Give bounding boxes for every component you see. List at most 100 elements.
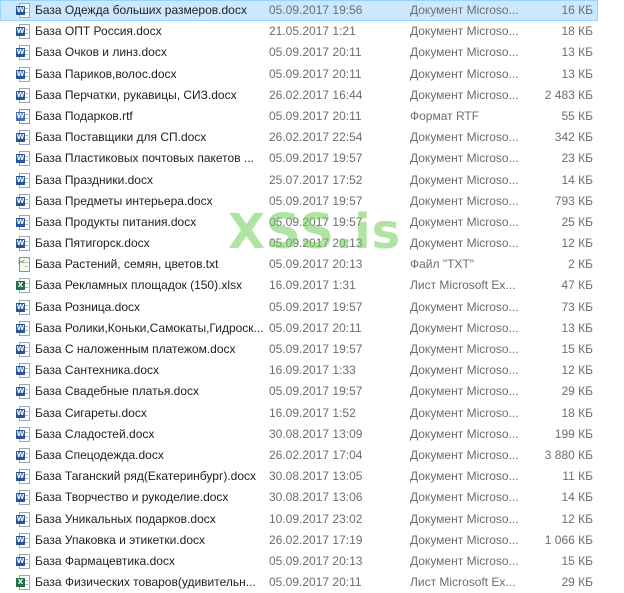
file-row[interactable]: X База Рекламных площадок (150).xlsx 16.09… xyxy=(0,275,624,296)
word-document-icon: W xyxy=(16,151,30,167)
file-row[interactable]: W База Париков,волос.docx 05.09.2017 20:11… xyxy=(0,64,624,85)
file-name: База Свадебные платья.docx xyxy=(35,384,200,399)
file-date-modified: 05.09.2017 20:13 xyxy=(269,257,363,272)
file-row[interactable]: W База Свадебные платья.docx 05.09.2017 19… xyxy=(0,381,624,402)
word-document-icon: W xyxy=(16,299,30,315)
file-date-modified: 05.09.2017 20:13 xyxy=(269,553,363,568)
file-name: База Упаковка и этикетки.docx xyxy=(35,532,206,547)
file-type-badge: W xyxy=(16,535,25,545)
excel-spreadsheet-icon: X xyxy=(16,575,30,591)
file-type-badge: W xyxy=(16,69,25,79)
file-name: База Предметы интерьера.docx xyxy=(35,193,213,208)
file-date-modified: 10.09.2017 23:02 xyxy=(269,511,363,526)
file-row[interactable]: W База Розница.docx 05.09.2017 19:57 Докуме… xyxy=(0,297,624,318)
file-name: База Фармацевтика.docx xyxy=(35,553,175,568)
file-row[interactable]: W База Спецодежда.docx 26.02.2017 17:04 Док… xyxy=(0,445,624,466)
file-row[interactable]: W База Таганский ряд(Екатеринбург).docx 30… xyxy=(0,466,624,487)
file-size: 1 066 КБ xyxy=(544,532,593,547)
file-name: База Подарков.rtf xyxy=(35,108,133,123)
file-type-badge: W xyxy=(16,27,25,37)
word-document-icon: W xyxy=(16,320,30,336)
file-name: База Пластиковых почтовых пакетов ... xyxy=(35,151,254,166)
excel-spreadsheet-icon: X xyxy=(16,278,30,294)
file-row[interactable]: ✂ База Растений, семян, цветов.txt 05.09.2… xyxy=(0,254,624,275)
file-row[interactable]: W База Ролики,Коньки,Самокаты,Гидроск... 0… xyxy=(0,318,624,339)
file-row[interactable]: W База ОПТ Россия.docx 21.05.2017 1:21 Доку… xyxy=(0,21,624,42)
file-row[interactable]: W База Сладостей.docx 30.08.2017 13:09 Доку… xyxy=(0,424,624,445)
file-row[interactable]: W База Творчество и рукоделие.docx 30.08.2… xyxy=(0,487,624,508)
file-row[interactable]: W База Очков и линз.docx 05.09.2017 20:11 Д… xyxy=(0,42,624,63)
file-row[interactable]: W База С наложенным платежом.docx 05.09.20… xyxy=(0,339,624,360)
file-date-modified: 30.08.2017 13:06 xyxy=(269,490,363,505)
file-row[interactable]: W База Праздники.docx 25.07.2017 17:52 Доку… xyxy=(0,170,624,191)
file-size: 15 КБ xyxy=(561,342,593,356)
file-type: Документ Microso... xyxy=(410,532,518,547)
file-row[interactable]: W База Сигареты.docx 16.09.2017 1:52 Докуме… xyxy=(0,403,624,424)
file-type: Документ Microso... xyxy=(410,490,518,505)
file-row[interactable]: W База Пластиковых почтовых пакетов ... 05… xyxy=(0,148,624,169)
file-date-modified: 26.02.2017 17:19 xyxy=(269,532,363,547)
file-size: 18 КБ xyxy=(561,24,593,39)
file-row[interactable]: W База Уникальных подарков.docx 10.09.2017… xyxy=(0,509,624,530)
file-row[interactable]: W База Перчатки, рукавицы, СИЗ.docx 26.02.… xyxy=(0,85,624,106)
file-date-modified: 05.09.2017 19:57 xyxy=(269,193,363,208)
file-type-badge: W xyxy=(16,450,25,460)
file-row[interactable]: W База Продукты питания.docx 05.09.2017 19… xyxy=(0,212,624,233)
file-row[interactable]: W База Пятигорск.docx 05.09.2017 20:13 Доку… xyxy=(0,233,624,254)
file-date-modified: 05.09.2017 19:57 xyxy=(269,342,363,356)
file-size: 29 КБ xyxy=(561,575,593,590)
file-date-modified: 21.05.2017 1:21 xyxy=(269,24,356,39)
file-date-modified: 05.09.2017 19:57 xyxy=(269,384,363,399)
word-document-icon: W xyxy=(16,511,30,527)
word-document-icon: W xyxy=(16,236,30,252)
file-date-modified: 30.08.2017 13:09 xyxy=(269,426,363,441)
file-type: Документ Microso... xyxy=(410,87,518,102)
file-type: Лист Microsoft Ex... xyxy=(410,575,516,590)
file-name: База Таганский ряд(Екатеринбург).docx xyxy=(35,469,256,484)
file-type-badge: W xyxy=(16,408,25,418)
file-size: 3 880 КБ xyxy=(544,447,593,462)
file-date-modified: 05.09.2017 20:11 xyxy=(269,108,362,123)
file-row[interactable]: W База Подарков.rtf 05.09.2017 20:11 Формат… xyxy=(0,106,624,127)
file-size: 793 КБ xyxy=(554,193,593,208)
file-type: Документ Microso... xyxy=(410,214,518,229)
file-name: База Пятигорск.docx xyxy=(35,236,150,251)
file-date-modified: 16.09.2017 1:31 xyxy=(269,278,356,293)
word-document-icon: W xyxy=(16,45,30,61)
file-type-badge: X xyxy=(16,281,25,291)
file-type-badge: W xyxy=(16,48,25,58)
file-row[interactable]: W База Фармацевтика.docx 05.09.2017 20:13 Д… xyxy=(0,551,624,572)
word-document-icon: W xyxy=(16,193,30,209)
file-type: Документ Microso... xyxy=(410,151,518,166)
file-name: База Одежда больших размеров.docx xyxy=(35,3,247,17)
file-date-modified: 05.09.2017 20:11 xyxy=(269,45,362,60)
file-date-modified: 26.02.2017 16:44 xyxy=(269,87,363,102)
file-type: Документ Microso... xyxy=(410,320,518,335)
file-row[interactable]: W База Поставщики для СП.docx 26.02.2017 2… xyxy=(0,127,624,148)
word-document-icon: W xyxy=(16,87,30,103)
word-document-icon: W xyxy=(16,130,30,146)
file-type-badge: W xyxy=(16,217,25,227)
file-name: База Продукты питания.docx xyxy=(35,214,197,229)
file-size: 18 КБ xyxy=(561,405,593,420)
word-document-icon: W xyxy=(16,3,30,18)
file-name: База С наложенным платежом.docx xyxy=(35,342,236,356)
file-type-badge: W xyxy=(16,111,25,121)
file-type: Документ Microso... xyxy=(410,3,518,17)
file-name: База Праздники.docx xyxy=(35,172,153,187)
file-date-modified: 26.02.2017 17:04 xyxy=(269,447,363,462)
file-size: 199 КБ xyxy=(554,426,593,441)
file-row[interactable]: W База Предметы интерьера.docx 05.09.2017 … xyxy=(0,191,624,212)
file-name: База Спецодежда.docx xyxy=(35,447,164,462)
file-size: 13 КБ xyxy=(561,66,593,81)
file-type: Документ Microso... xyxy=(410,426,518,441)
word-document-icon: W xyxy=(16,172,30,188)
file-row[interactable]: W База Упаковка и этикетки.docx 26.02.2017… xyxy=(0,530,624,551)
file-type: Лист Microsoft Ex... xyxy=(410,278,516,293)
file-row[interactable]: W База Сантехника.docx 16.09.2017 1:33 Доку… xyxy=(0,360,624,381)
file-date-modified: 05.09.2017 19:56 xyxy=(269,3,363,17)
file-row[interactable]: W База Одежда больших размеров.docx 05.09.… xyxy=(0,0,598,22)
file-row[interactable]: X База Физических товаров(удивительн... 05… xyxy=(0,572,624,593)
file-type-badge: X xyxy=(16,578,25,588)
file-date-modified: 25.07.2017 17:52 xyxy=(269,172,363,187)
